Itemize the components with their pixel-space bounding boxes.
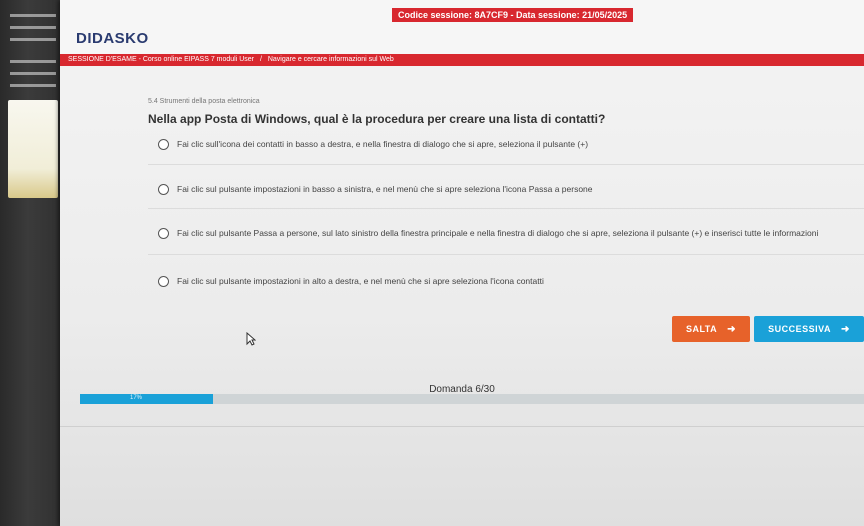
window-blind (10, 60, 56, 63)
progress-fill (80, 394, 214, 404)
logo: DIDASKO (76, 30, 149, 47)
window-blind (10, 14, 56, 17)
mouse-cursor-icon (246, 332, 256, 346)
divider (148, 208, 864, 209)
progress-bar: 17% (80, 394, 864, 404)
header: DIDASKO Codice sessione: 8A7CF9 - Data s… (60, 0, 864, 66)
radio-button[interactable] (158, 275, 169, 287)
arrow-right-icon: ➜ (840, 323, 850, 335)
breadcrumb-item-module[interactable]: Navigare e cercare informazioni sul Web (268, 56, 394, 63)
answer-text: Fai clic sul pulsante impostazioni in ba… (177, 184, 593, 194)
question-text: Nella app Posta di Windows, qual è la pr… (148, 112, 606, 126)
window-blind (10, 26, 56, 29)
breadcrumb: SESSIONE D'ESAME - Corso online EIPASS 7… (68, 56, 394, 63)
skip-button[interactable]: SALTA ➜ (672, 316, 750, 342)
session-info: Codice sessione: 8A7CF9 - Data sessione:… (392, 8, 634, 22)
breadcrumb-separator: / (259, 56, 262, 63)
exam-window: DIDASKO Codice sessione: 8A7CF9 - Data s… (60, 0, 864, 526)
room-window (8, 100, 58, 198)
window-blind (10, 72, 56, 75)
skip-label: SALTA (685, 324, 718, 334)
next-label: SUCCESSIVA (768, 324, 831, 334)
radio-button[interactable] (158, 183, 169, 195)
radio-button[interactable] (158, 138, 169, 150)
module-label: 5.4 Strumenti della posta elettronica (148, 98, 260, 105)
answer-text: Fai clic sul pulsante Passa a persone, s… (177, 228, 819, 238)
arrow-right-icon: ➜ (727, 323, 737, 335)
window-blind (10, 38, 56, 41)
answer-option[interactable]: Fai clic sul pulsante Passa a persone, s… (158, 222, 858, 244)
next-button[interactable]: SUCCESSIVA ➜ (754, 316, 864, 342)
answer-text: Fai clic sul pulsante impostazioni in al… (177, 276, 544, 286)
breadcrumb-item-course[interactable]: SESSIONE D'ESAME - Corso online EIPASS 7… (68, 56, 254, 63)
divider (148, 254, 864, 255)
divider (148, 164, 864, 165)
answer-option[interactable]: Fai clic sul pulsante impostazioni in al… (158, 270, 858, 292)
radio-button[interactable] (158, 227, 169, 239)
divider (60, 426, 864, 427)
progress-percent: 17% (130, 395, 143, 401)
answer-option[interactable]: Fai clic sull'icona dei contatti in bass… (158, 133, 858, 155)
window-blind (10, 84, 56, 87)
answer-option[interactable]: Fai clic sul pulsante impostazioni in ba… (158, 178, 858, 200)
answer-text: Fai clic sull'icona dei contatti in bass… (177, 139, 589, 149)
